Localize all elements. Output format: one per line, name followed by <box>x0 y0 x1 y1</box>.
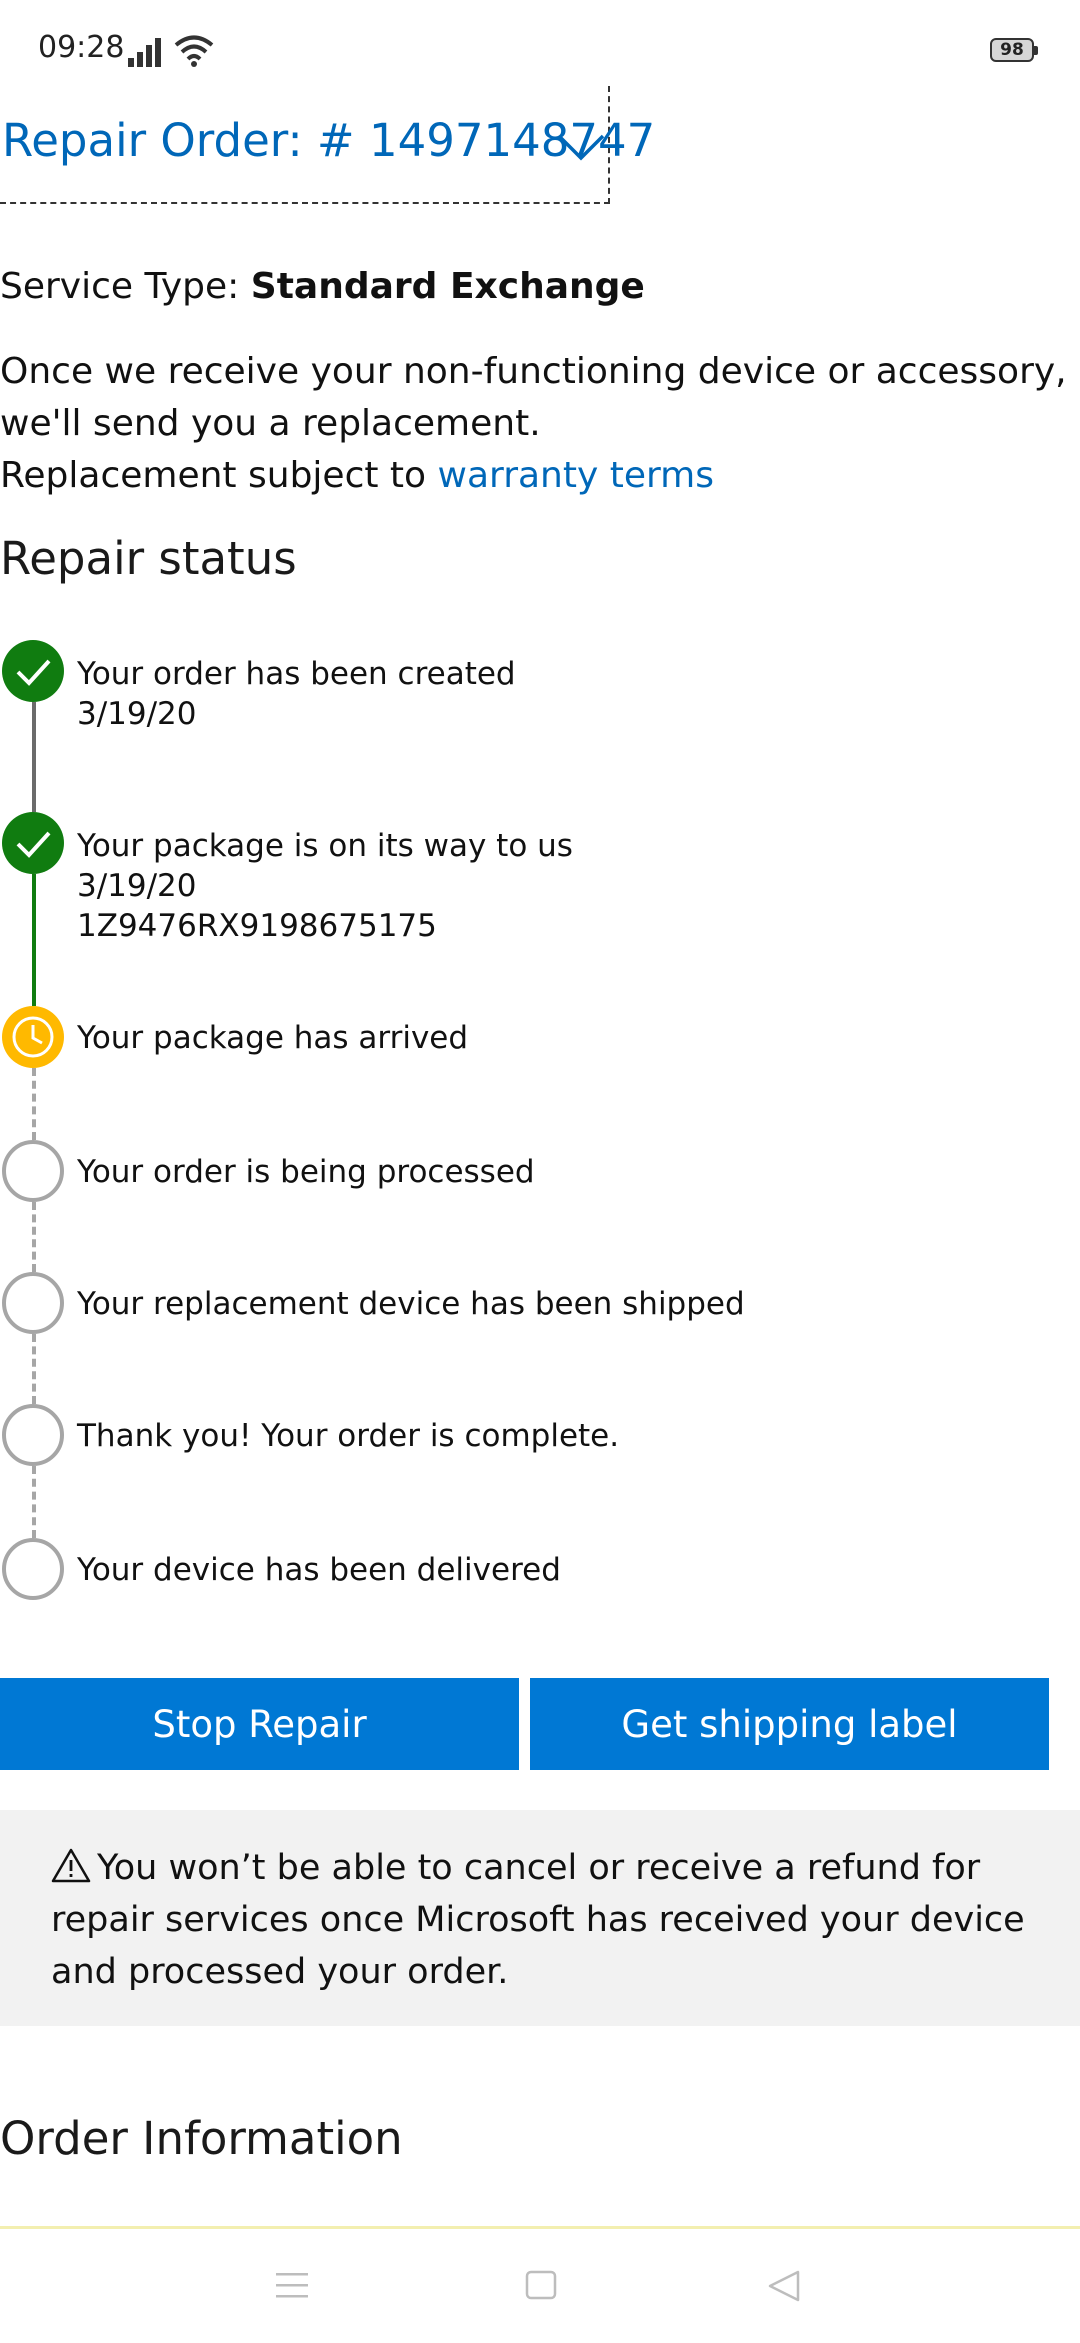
timeline-connector <box>32 1334 36 1404</box>
menu-icon[interactable] <box>274 2269 310 2301</box>
tracking-number[interactable]: 1Z9476RX9198675175 <box>77 906 573 946</box>
timeline-connector <box>32 1202 36 1272</box>
battery-level: 98 <box>1000 40 1024 60</box>
timeline-step-5: Your replacement device has been shipped <box>77 1284 745 1324</box>
battery-icon: 98 <box>990 38 1040 64</box>
timeline-connector <box>32 1466 36 1538</box>
home-icon[interactable] <box>524 2269 558 2301</box>
timeline-step-2: Your package is on its way to us 3/19/20… <box>77 826 573 946</box>
step-label: Your order has been created <box>77 656 516 692</box>
step-label: Your package has arrived <box>77 1020 469 1056</box>
stop-repair-button[interactable]: Stop Repair <box>0 1678 519 1770</box>
notice-body: You won’t be able to cancel or receive a… <box>51 1842 1031 1998</box>
wifi-icon <box>174 35 214 67</box>
repair-status-title: Repair status <box>0 532 297 585</box>
timeline-step-7: Your device has been delivered <box>77 1550 561 1590</box>
warning-icon <box>51 1848 91 1883</box>
status-time: 09:28 <box>38 30 125 65</box>
step-done-indicator <box>2 640 64 702</box>
step-date: 3/19/20 <box>77 868 197 904</box>
order-information-title: Order Information <box>0 2112 403 2165</box>
notice-text: You won’t be able to cancel or receive a… <box>51 1848 1025 1992</box>
system-nav-bar <box>0 2226 1080 2343</box>
service-type-label: Service Type: <box>0 266 251 307</box>
step-label: Thank you! Your order is complete. <box>77 1418 620 1454</box>
step-label: Your device has been delivered <box>77 1552 561 1588</box>
timeline-step-4: Your order is being processed <box>77 1152 535 1192</box>
step-pending-indicator <box>2 1404 64 1466</box>
signal-icon <box>128 38 161 67</box>
clock-icon <box>12 1016 54 1058</box>
timeline-connector <box>32 702 36 812</box>
chevron-down-icon[interactable] <box>556 130 606 162</box>
service-description: Once we receive your non-functioning dev… <box>0 351 1067 444</box>
get-shipping-label-button[interactable]: Get shipping label <box>530 1678 1049 1770</box>
step-label: Your package is on its way to us <box>77 828 573 864</box>
step-label: Your replacement device has been shipped <box>77 1286 745 1322</box>
back-icon[interactable] <box>766 2269 802 2303</box>
check-icon <box>16 831 51 858</box>
repair-order-selector[interactable]: Repair Order: # 1497148747 <box>0 86 655 204</box>
timeline-connector <box>32 874 36 1006</box>
service-type: Service Type: Standard Exchange <box>0 266 645 307</box>
warranty-line: Replacement subject to warranty terms <box>0 450 1080 502</box>
refund-notice: You won’t be able to cancel or receive a… <box>0 1810 1080 2026</box>
status-bar: 09:28 98 <box>0 0 1080 90</box>
check-icon <box>16 659 51 686</box>
timeline-step-3: Your package has arrived <box>77 1018 468 1058</box>
warranty-terms-link[interactable]: warranty terms <box>438 455 714 496</box>
step-pending-indicator <box>2 1140 64 1202</box>
step-label: Your order is being processed <box>77 1154 535 1190</box>
step-active-indicator <box>2 1006 64 1068</box>
step-pending-indicator <box>2 1272 64 1334</box>
step-done-indicator <box>2 812 64 874</box>
timeline-step-6: Thank you! Your order is complete. <box>77 1416 619 1456</box>
timeline-connector <box>32 1068 36 1140</box>
step-pending-indicator <box>2 1538 64 1600</box>
repair-status-timeline: Your order has been created 3/19/20 Your… <box>0 640 1080 1630</box>
step-date: 3/19/20 <box>77 696 197 732</box>
service-type-value: Standard Exchange <box>250 266 645 307</box>
timeline-step-1: Your order has been created 3/19/20 <box>77 654 516 734</box>
warranty-prefix: Replacement subject to <box>0 455 438 496</box>
service-description-block: Once we receive your non-functioning dev… <box>0 346 1080 502</box>
